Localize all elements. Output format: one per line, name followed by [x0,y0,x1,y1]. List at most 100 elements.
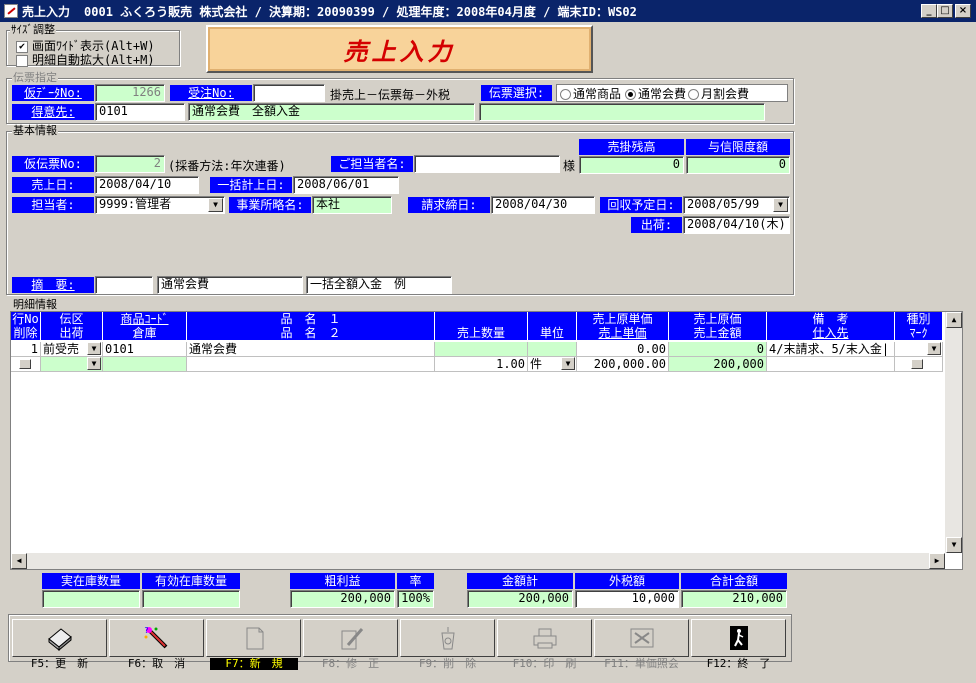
f11-label: F11：単価照会 [604,657,679,670]
delete-checkbox-cell[interactable] [11,357,41,372]
product-code-cell[interactable]: 0101 [103,342,187,357]
numbering-method-text: (採番方法:年次連番) [168,159,286,173]
scroll-down-icon[interactable]: ▼ [946,537,962,553]
ship-select[interactable]: ▼ [41,357,103,372]
f11-price-lookup-button[interactable] [594,619,689,657]
memo-field-2[interactable]: 一括全額入金 例 [306,276,452,294]
magic-wand-icon: ? [144,626,167,649]
tax-field[interactable]: 10,000 [575,590,679,608]
supplier-cell[interactable] [767,357,895,372]
slip-select-label: 伝票選択: [481,85,552,101]
stock-label: 実在庫数量 [42,573,140,589]
unit-cost-cell[interactable]: 0.00 [577,342,669,357]
mark-cell[interactable] [895,357,943,372]
col-row-no: 行No [11,312,41,326]
memo-label[interactable]: 摘 要: [12,277,94,293]
product-name1-cell[interactable]: 通常会費 [187,342,435,357]
tax-label: 外税額 [575,573,679,589]
col-cost: 売上原価 [669,312,767,326]
unit-dropdown-arrow-icon[interactable]: ▼ [561,357,575,370]
product-name2-cell[interactable] [187,357,435,372]
scroll-right-icon[interactable]: ▶ [929,553,945,569]
unit-select[interactable]: 件 ▼ [528,357,577,372]
minimize-button[interactable]: _ [921,4,937,18]
app-icon [4,4,18,18]
screen-banner: 売上入力 [206,25,593,73]
col-product-code[interactable]: 商品ｺｰﾄﾞ [103,312,187,326]
order-no-field[interactable] [253,84,325,102]
f5-update-button[interactable] [12,619,107,657]
collect-date-dropdown-arrow-icon[interactable]: ▼ [773,198,788,212]
col-unit-cost: 売上原単価 [577,312,669,326]
horizontal-scrollbar[interactable] [11,553,945,569]
f5-label: F5：更 新 [30,657,89,670]
customer-extra-field [479,103,765,121]
col-mark: ﾏｰｸ [895,326,943,340]
sales-date-field[interactable]: 2008/04/10 [95,176,199,194]
customer-code-field[interactable]: 0101 [95,103,185,121]
credit-limit-field: 0 [686,156,790,174]
f10-print-button[interactable] [497,619,592,657]
collect-date-select[interactable]: 2008/05/99 ▼ [683,196,790,214]
qty-cell[interactable]: 1.00 [435,357,528,372]
col-unit: 単位 [528,326,577,340]
vertical-scrollbar[interactable] [945,312,962,553]
collect-date-label: 回収予定日: [600,197,682,213]
auto-expand-checkbox[interactable]: 明細自動拡大(Alt+M) [16,51,155,68]
kubun-select[interactable]: 前受売 ▼ [41,342,103,357]
close-button[interactable]: × [955,4,971,18]
printer-icon [533,628,556,649]
scroll-up-icon[interactable]: ▲ [946,312,962,328]
maximize-button[interactable]: □ [937,4,953,18]
col-note: 備 考 [767,312,895,326]
cost-cell: 0 [669,342,767,357]
new-document-icon [246,627,263,650]
auto-expand-label: 明細自動拡大(Alt+M) [32,53,155,67]
kari-slip-field: 2 [95,155,165,173]
gross-profit-label: 粗利益 [290,573,395,589]
col-ship: 出荷 [41,326,103,340]
f12-exit-button[interactable] [691,619,786,657]
radio-monthly-fee[interactable]: 月割会費 [688,85,749,102]
note-cell[interactable]: 4/末請求、5/末入金| [767,342,895,357]
delete-checkbox[interactable] [19,359,31,369]
honorific-text: 様 [563,159,576,173]
f8-edit-button[interactable] [303,619,398,657]
mark-checkbox[interactable] [911,359,923,369]
trash-recycle-icon [440,627,455,650]
scroll-left-icon[interactable]: ◀ [11,553,27,569]
ship-dropdown-arrow-icon[interactable]: ▼ [87,357,101,370]
customer-name-field: 通常会費 全額入金 [188,103,475,121]
col-supplier[interactable]: 仕入先 [767,326,895,340]
radio-normal-fee[interactable]: 通常会費 [625,85,686,102]
price-cell[interactable]: 200,000.00 [577,357,669,372]
f6-label: F6：取 消 [127,657,186,670]
f9-delete-button[interactable] [400,619,495,657]
type-dropdown-arrow-icon[interactable]: ▼ [927,342,941,355]
kari-data-field[interactable]: 1266 [95,84,165,102]
kari-data-label[interactable]: 仮ﾃﾞｰﾀNo: [12,85,94,101]
memo-field-1[interactable]: 通常会費 [157,276,303,294]
customer-label[interactable]: 得意先: [12,104,94,120]
f7-new-button[interactable] [206,619,301,657]
staff-dropdown-arrow-icon[interactable]: ▼ [208,198,223,212]
bulk-date-field[interactable]: 2008/06/01 [293,176,399,194]
order-no-label[interactable]: 受注No: [170,85,252,101]
staff-select[interactable]: 9999:管理者 ▼ [95,196,225,214]
f10-label: F10：印 刷 [512,657,577,670]
memo-code-field[interactable] [95,276,153,294]
closing-date-field[interactable]: 2008/04/30 [491,196,595,214]
col-delete: 削除 [11,326,41,340]
contact-field[interactable] [414,155,560,173]
credit-sale-text: 掛売上－伝票毎－外税 [330,88,451,102]
ship-date-field[interactable]: 2008/04/10(木) [683,216,790,234]
f6-cancel-button[interactable]: ? [109,619,204,657]
exit-door-icon [729,626,748,650]
effective-stock-label: 有効在庫数量 [142,573,240,589]
radio-normal-product[interactable]: 通常商品 [560,85,621,102]
type-select[interactable]: ▼ [895,342,943,357]
col-price[interactable]: 売上単価 [577,326,669,340]
effective-stock-field [142,590,240,608]
kubun-dropdown-arrow-icon[interactable]: ▼ [87,342,101,355]
f8-label: F8：修 正 [321,657,380,670]
